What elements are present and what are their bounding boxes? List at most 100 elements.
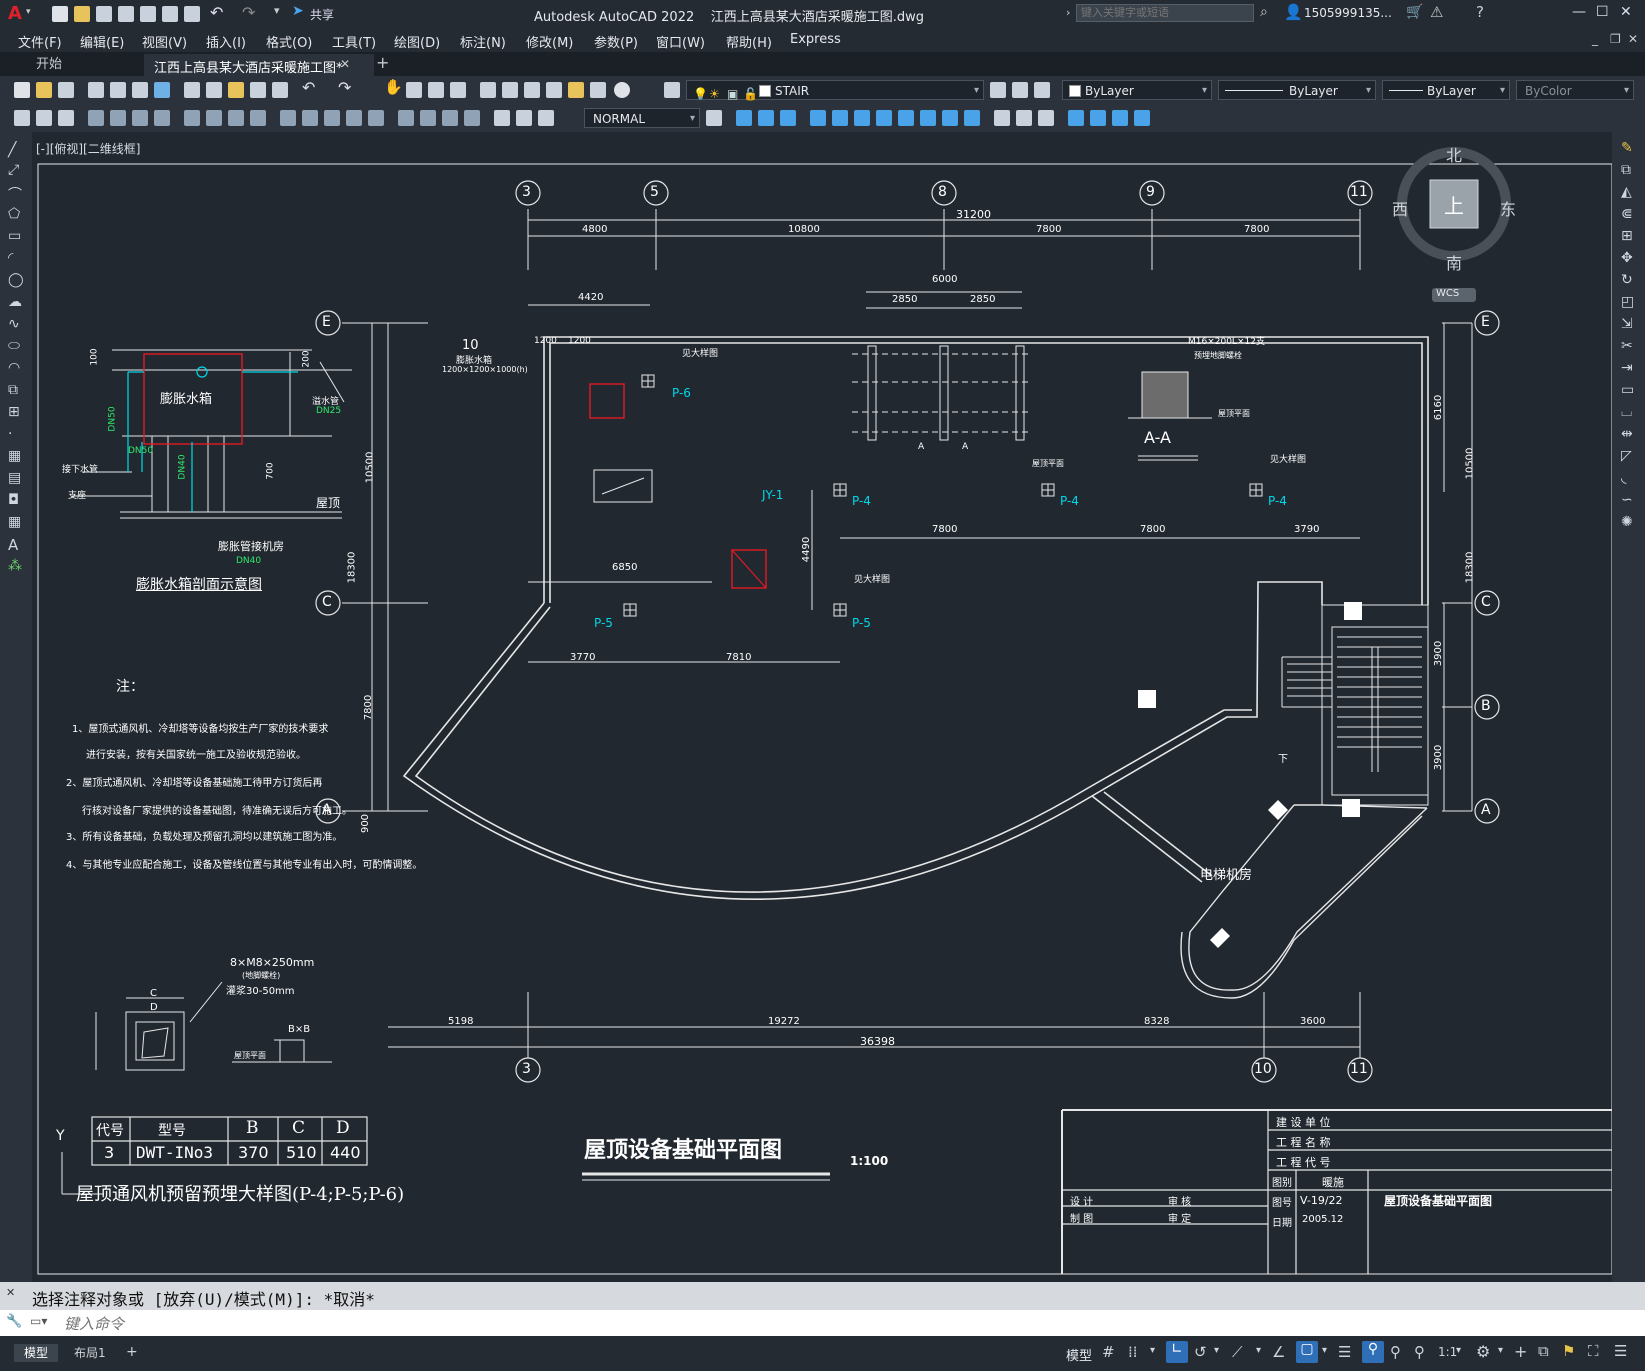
annotation-visibility-icon[interactable]: ⚲ bbox=[1362, 1341, 1384, 1363]
point-icon[interactable]: · bbox=[8, 426, 12, 442]
3d-dwf-icon[interactable] bbox=[154, 82, 170, 98]
copy-icon[interactable] bbox=[206, 82, 222, 98]
tolerance-icon[interactable] bbox=[398, 110, 414, 126]
menu-dimension[interactable]: 标注(N) bbox=[460, 32, 506, 51]
print-icon[interactable] bbox=[88, 82, 104, 98]
doc-close-button[interactable]: ✕ bbox=[1628, 32, 1638, 46]
menu-modify[interactable]: 修改(M) bbox=[526, 32, 573, 51]
share-label[interactable]: 共享 bbox=[310, 6, 334, 23]
jogged-dim-icon[interactable] bbox=[206, 110, 222, 126]
undo-tb-icon[interactable]: ↶ bbox=[302, 78, 315, 97]
redo-tb-icon[interactable]: ↷ bbox=[338, 78, 351, 97]
mtext-icon[interactable]: A bbox=[8, 536, 18, 554]
hardware-acceleration-icon[interactable]: ⚑ bbox=[1562, 1342, 1575, 1360]
arc-icon[interactable]: ◜ bbox=[8, 250, 13, 266]
dim-break-icon[interactable] bbox=[368, 110, 384, 126]
array-icon[interactable]: ⊞ bbox=[1621, 228, 1633, 244]
drawing-canvas[interactable]: [-][俯视][二维线框] 3 5 8 9 11 E C A E C B A 3… bbox=[32, 132, 1612, 1282]
close-button[interactable]: ✕ bbox=[1620, 4, 1632, 20]
save-web-icon[interactable] bbox=[162, 6, 178, 22]
continue-dim-icon[interactable] bbox=[324, 110, 340, 126]
cut-icon[interactable] bbox=[184, 82, 200, 98]
jogged-linear-icon[interactable] bbox=[464, 110, 480, 126]
customization-menu-icon[interactable]: ☰ bbox=[1614, 1342, 1627, 1360]
pan-icon[interactable]: ✋ bbox=[384, 78, 403, 96]
move-icon[interactable]: ✥ bbox=[1621, 250, 1633, 266]
paste-icon[interactable] bbox=[228, 82, 244, 98]
line-icon[interactable]: ╱ bbox=[8, 142, 16, 158]
qsave-icon[interactable] bbox=[58, 82, 74, 98]
circle-icon[interactable]: ◯ bbox=[8, 272, 24, 288]
ellipse-icon[interactable]: ⬭ bbox=[8, 338, 20, 354]
menu-help[interactable]: 帮助(H) bbox=[726, 32, 772, 51]
ortho-icon[interactable]: ∟ bbox=[1166, 1341, 1188, 1363]
maximize-button[interactable]: ☐ bbox=[1596, 4, 1609, 20]
break-at-point-icon[interactable]: ▭ bbox=[1621, 382, 1634, 398]
annotation-scale-icon[interactable]: ⚲ bbox=[1414, 1343, 1425, 1361]
delete-faces-icon[interactable] bbox=[876, 110, 892, 126]
layer-properties-icon[interactable] bbox=[664, 82, 680, 98]
tab-close-icon[interactable]: ✕ bbox=[340, 57, 350, 71]
layer-dropdown[interactable]: 💡 ☀ ▣ 🔓 STAIR ▾ bbox=[686, 80, 984, 101]
search-icon[interactable]: ⌕ bbox=[1260, 4, 1268, 20]
design-center-icon[interactable] bbox=[502, 82, 518, 98]
plotstyle-dropdown[interactable]: ByColor ▾ bbox=[1516, 80, 1634, 100]
thicken-icon[interactable] bbox=[1134, 110, 1150, 126]
diameter-dim-icon[interactable] bbox=[228, 110, 244, 126]
autocad-logo-icon[interactable]: A bbox=[8, 3, 22, 24]
annotation-monitor-icon[interactable]: + bbox=[1514, 1342, 1527, 1361]
new-icon[interactable] bbox=[52, 6, 68, 22]
mirror-icon[interactable]: ◭ bbox=[1621, 184, 1632, 200]
wcs-button[interactable]: WCS bbox=[1432, 288, 1476, 302]
scale-icon[interactable]: ◰ bbox=[1621, 294, 1634, 310]
blend-curves-icon[interactable]: ∽ bbox=[1621, 492, 1633, 508]
subtract-icon[interactable] bbox=[758, 110, 774, 126]
markup-icon[interactable] bbox=[568, 82, 584, 98]
offset-faces-icon[interactable] bbox=[854, 110, 870, 126]
viewcube-south[interactable]: 南 bbox=[1446, 250, 1462, 274]
multileader-icon[interactable] bbox=[58, 110, 74, 126]
publish-icon[interactable] bbox=[132, 82, 148, 98]
explode-icon[interactable]: ✺ bbox=[1621, 514, 1633, 530]
stretch-icon[interactable]: ⇲ bbox=[1621, 316, 1633, 332]
zoom-window-icon[interactable] bbox=[428, 82, 444, 98]
linear-dim-icon[interactable] bbox=[88, 110, 104, 126]
lineweight-icon[interactable]: ☰ bbox=[1338, 1343, 1351, 1361]
dim-edit-icon[interactable] bbox=[494, 110, 510, 126]
shell-icon[interactable] bbox=[1068, 110, 1084, 126]
table-icon[interactable]: ▦ bbox=[8, 514, 21, 530]
dim-override-icon[interactable] bbox=[538, 110, 554, 126]
break-icon[interactable]: ⌴ bbox=[1621, 404, 1632, 420]
check-icon[interactable] bbox=[1090, 110, 1106, 126]
dim-text-edit-icon[interactable] bbox=[516, 110, 532, 126]
viewcube-east[interactable]: 东 bbox=[1500, 196, 1516, 220]
object-snap-tracking-icon[interactable]: ∠ bbox=[1272, 1343, 1285, 1361]
intersect-icon[interactable] bbox=[780, 110, 796, 126]
move-faces-icon[interactable] bbox=[832, 110, 848, 126]
viewcube-west[interactable]: 西 bbox=[1392, 196, 1408, 220]
add-layout-button[interactable]: + bbox=[126, 1344, 138, 1360]
spline-icon[interactable]: ∿ bbox=[8, 316, 20, 332]
match-properties-icon[interactable] bbox=[250, 82, 266, 98]
help-icon[interactable]: ? bbox=[1476, 3, 1484, 21]
viewcube-north[interactable]: 北 bbox=[1446, 142, 1462, 166]
chevron-down-icon[interactable]: ▾ bbox=[1498, 1345, 1503, 1356]
chevron-down-icon[interactable]: ▾ bbox=[1256, 1345, 1261, 1356]
tool-palettes-icon[interactable] bbox=[524, 82, 540, 98]
help-tb-icon[interactable] bbox=[614, 82, 630, 98]
minimize-button[interactable]: — bbox=[1572, 4, 1586, 20]
taper-faces-icon[interactable] bbox=[920, 110, 936, 126]
menu-file[interactable]: 文件(F) bbox=[18, 32, 62, 51]
user-icon[interactable]: 👤 bbox=[1284, 3, 1303, 21]
user-name[interactable]: 1505999135... bbox=[1304, 6, 1392, 20]
menu-express[interactable]: Express bbox=[790, 32, 841, 47]
dim-space-icon[interactable] bbox=[346, 110, 362, 126]
tab-layout1[interactable]: 布局1 bbox=[64, 1344, 116, 1362]
extend-icon[interactable]: ⇥ bbox=[1621, 360, 1633, 376]
insert-block-icon[interactable]: ⧉ bbox=[8, 382, 18, 398]
sheet-set-icon[interactable] bbox=[546, 82, 562, 98]
slice-icon[interactable] bbox=[1112, 110, 1128, 126]
arc-length-icon[interactable] bbox=[132, 110, 148, 126]
cart-icon[interactable]: 🛒 bbox=[1406, 4, 1423, 20]
dimstyle-dropdown[interactable]: NORMAL ▾ bbox=[584, 108, 700, 128]
